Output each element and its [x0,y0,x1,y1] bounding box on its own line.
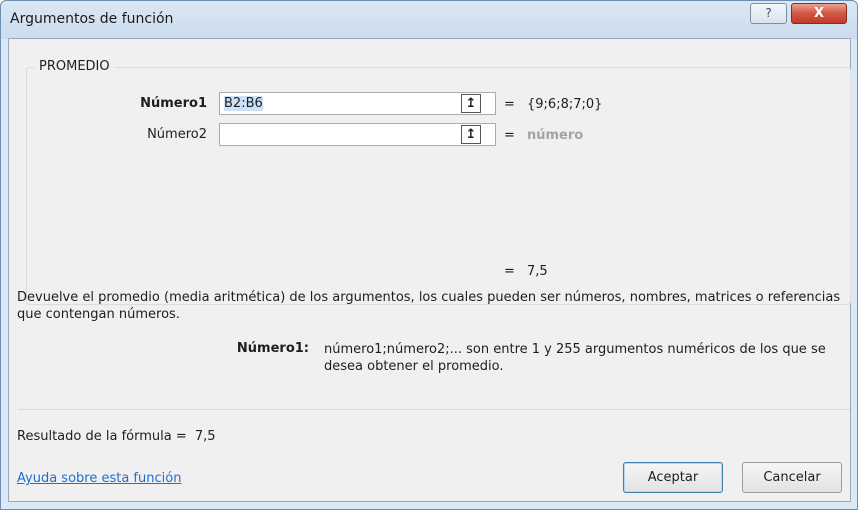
function-description: Devuelve el promedio (media aritmética) … [17,290,841,322]
title-bar[interactable]: Argumentos de función ? X [1,1,857,39]
dialog-body: PROMEDIO Número1 B2:B6 ↥ = {9;6;8;7;0} N… [8,38,851,502]
arg2-input[interactable]: ↥ [219,123,496,146]
function-result-equals: = [504,264,515,279]
arg2-label: Número2 [147,127,207,142]
dialog-title: Argumentos de función [10,11,174,27]
formula-result-text: Resultado de la fórmula = [17,429,187,444]
arg1-result: {9;6;8;7;0} [527,97,603,112]
arg1-equals: = [504,97,515,112]
formula-result-label: Resultado de la fórmula = 7,5 [17,429,216,444]
collapse-dialog-icon[interactable]: ↥ [461,125,481,144]
help-link[interactable]: Ayuda sobre esta función [17,471,181,486]
arg1-value: B2:B6 [224,96,263,111]
ok-button[interactable]: Aceptar [623,462,723,493]
close-button[interactable]: X [791,3,847,24]
collapse-dialog-icon[interactable]: ↥ [461,94,481,113]
argument-help-text: número1;número2;... son entre 1 y 255 ar… [324,342,826,374]
function-name: PROMEDIO [35,59,114,74]
help-button[interactable]: ? [750,3,787,24]
separator [18,409,850,410]
formula-result-value: 7,5 [194,429,216,444]
arg2-result: número [527,128,584,143]
arg1-input[interactable]: B2:B6 ↥ [219,92,496,115]
function-result-value: 7,5 [527,264,548,279]
argument-help-name: Número1: [236,341,309,356]
cancel-button[interactable]: Cancelar [742,462,842,493]
arg2-equals: = [504,128,515,143]
arg1-label: Número1 [140,96,207,111]
